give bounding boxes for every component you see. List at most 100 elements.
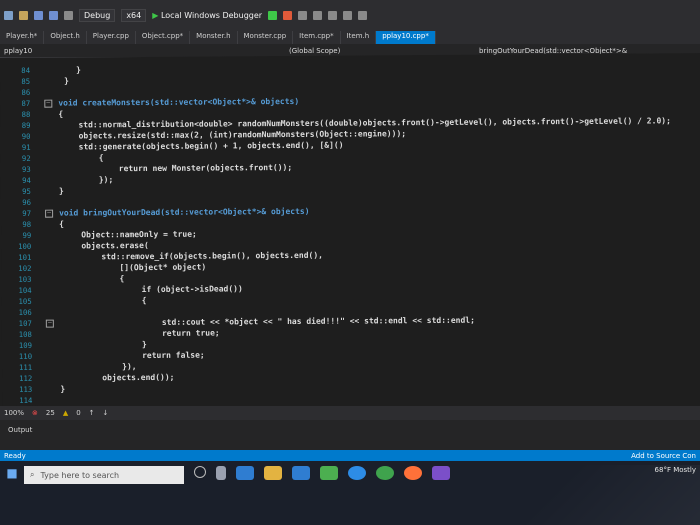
app-green-icon[interactable] — [320, 466, 338, 480]
line-number: 90 — [21, 131, 31, 141]
line-number: 100 — [18, 241, 32, 251]
code-line: } — [60, 384, 66, 394]
code-editor[interactable]: 84 85 86 87 88 89 90 91 92 93 94 95 96 9… — [0, 53, 700, 406]
play-icon: ▶ — [152, 11, 161, 20]
zoom-level[interactable]: 100% — [4, 409, 24, 417]
warning-count[interactable]: 0 — [76, 409, 80, 417]
task-view-icon[interactable] — [216, 466, 226, 480]
edge-icon[interactable] — [348, 466, 366, 480]
debugger-label: Local Windows Debugger — [160, 11, 263, 20]
weather-widget[interactable]: 68°F Mostly — [655, 466, 696, 474]
line-number: 84 — [21, 65, 31, 75]
error-icon: ⊗ — [32, 409, 38, 417]
fold-toggle-icon[interactable]: − — [44, 99, 53, 108]
code-line: } — [76, 65, 81, 75]
code-line: { — [119, 274, 125, 284]
line-number: 91 — [21, 142, 31, 152]
line-number: 88 — [21, 109, 31, 119]
open-icon[interactable] — [19, 11, 28, 20]
tab-monster-cpp[interactable]: Monster.cpp — [238, 31, 294, 44]
line-number: 107 — [18, 318, 32, 328]
visual-studio-icon[interactable] — [432, 466, 450, 480]
code-line: Object::nameOnly = true; — [81, 229, 197, 240]
start-without-debug-icon[interactable] — [268, 11, 278, 20]
code-line: return new Monster(objects.front()); — [118, 162, 293, 174]
project-dropdown[interactable]: pplay10 — [0, 47, 219, 55]
chrome-icon[interactable] — [376, 466, 394, 480]
tab-monster-h[interactable]: Monster.h — [190, 31, 238, 44]
code-line: void createMonsters(std::vector<Object*>… — [58, 96, 300, 108]
toolbar-icon-c[interactable] — [328, 11, 338, 20]
code-line: objects.resize(std::max(2, (int)randomNu… — [78, 129, 407, 141]
tab-player-h[interactable]: Player.h* — [0, 31, 45, 44]
config-select[interactable]: Debug — [79, 9, 116, 22]
code-line: { — [141, 295, 147, 306]
scope-dropdown[interactable]: (Global Scope) — [219, 47, 479, 55]
firefox-icon[interactable] — [404, 466, 422, 480]
source-control-button[interactable]: Add to Source Con — [631, 452, 696, 460]
line-number: 87 — [21, 98, 31, 108]
line-number: 110 — [18, 351, 33, 361]
line-number: 108 — [18, 329, 32, 339]
tab-item-cpp[interactable]: Item.cpp* — [293, 31, 341, 44]
line-number: 111 — [18, 362, 33, 372]
undo-icon[interactable] — [64, 11, 73, 20]
line-number: 97 — [22, 208, 32, 218]
tab-player-cpp[interactable]: Player.cpp — [87, 31, 136, 44]
toolbar-icon-a[interactable] — [298, 11, 308, 20]
screen: Debug x64 ▶ Local Windows Debugger Playe… — [0, 0, 700, 525]
code-line: std::remove_if(objects.begin(), objects.… — [101, 250, 323, 262]
down-arrow-icon[interactable]: ↓ — [103, 409, 109, 417]
bookmark-icon[interactable] — [358, 11, 368, 20]
line-number: 96 — [22, 197, 32, 207]
cortana-icon[interactable] — [194, 466, 206, 478]
save-all-icon[interactable] — [49, 11, 58, 20]
run-debugger-button[interactable]: ▶ Local Windows Debugger — [152, 11, 262, 20]
line-number: 92 — [21, 153, 31, 163]
windows-start-icon[interactable]: ■ — [0, 466, 24, 480]
tab-object-cpp[interactable]: Object.cpp* — [136, 31, 191, 44]
code-line: } — [141, 339, 147, 350]
mail-icon[interactable] — [236, 466, 254, 480]
code-line: return true; — [161, 328, 220, 338]
fold-toggle-icon[interactable]: − — [45, 319, 54, 328]
up-arrow-icon[interactable]: ↑ — [89, 409, 95, 417]
line-number: 95 — [22, 186, 31, 196]
tab-item-h[interactable]: Item.h — [341, 31, 377, 44]
platform-select[interactable]: x64 — [121, 9, 147, 22]
line-number: 109 — [18, 340, 33, 350]
search-icon: ⌕ — [30, 470, 35, 479]
code-line: { — [59, 219, 65, 229]
toolbar-icon-b[interactable] — [313, 11, 323, 20]
tab-pplay10-cpp[interactable]: pplay10.cpp* — [376, 31, 436, 44]
windows-taskbar: ■ ⌕ Type here to search 68°F Mostly — [0, 461, 700, 525]
code-line: std::generate(objects.begin() + 1, objec… — [78, 140, 344, 152]
line-number: 101 — [18, 252, 32, 262]
taskbar-search-box[interactable]: ⌕ Type here to search — [24, 466, 184, 484]
error-count[interactable]: 25 — [46, 409, 55, 417]
store-icon[interactable] — [292, 466, 310, 480]
code-line: if (object->isDead()) — [141, 284, 243, 295]
code-line: { — [58, 109, 64, 119]
save-icon[interactable] — [34, 11, 43, 20]
line-number: 85 — [21, 76, 31, 86]
back-icon[interactable] — [4, 11, 13, 20]
file-explorer-icon[interactable] — [264, 466, 282, 480]
line-number: 102 — [18, 263, 32, 273]
tab-object-h[interactable]: Object.h — [44, 31, 87, 44]
toolbar-icon-d[interactable] — [343, 11, 353, 20]
code-line: std::normal_distribution<double> randomN… — [78, 116, 671, 130]
line-number: 113 — [19, 384, 33, 394]
code-line: }), — [122, 362, 137, 372]
code-line: objects.erase( — [81, 240, 149, 251]
code-line: }); — [98, 175, 114, 185]
line-number: 98 — [22, 219, 32, 229]
tab-row: Player.h* Object.h Player.cpp Object.cpp… — [0, 31, 700, 44]
code-line: objects.end()); — [102, 372, 175, 383]
hot-reload-icon[interactable] — [283, 11, 293, 20]
output-title: Output — [8, 426, 33, 434]
code-line: void bringOutYourDead(std::vector<Object… — [59, 206, 310, 218]
code-line: } — [64, 76, 70, 86]
fold-toggle-icon[interactable]: − — [45, 209, 54, 218]
status-ready: Ready — [4, 451, 26, 460]
